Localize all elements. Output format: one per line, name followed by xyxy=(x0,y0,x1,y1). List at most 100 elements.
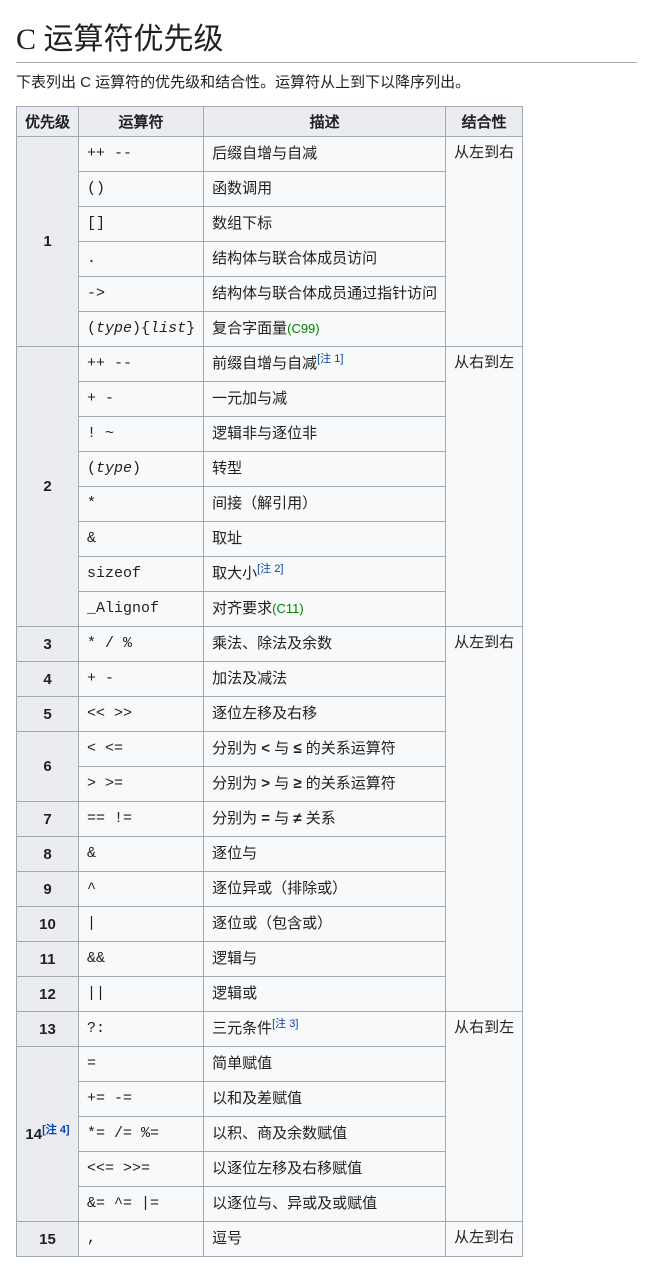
table-row: 3* / %乘法、除法及余数从左到右 xyxy=(17,627,523,662)
operator-cell: << >> xyxy=(79,697,204,732)
description-item: 逗号 xyxy=(204,1222,445,1256)
description-cell: 分别为 < 与 ≤ 的关系运算符分别为 > 与 ≥ 的关系运算符 xyxy=(204,732,446,802)
description-cell: 逗号 xyxy=(204,1222,446,1257)
table-row: 15,逗号从左到右 xyxy=(17,1222,523,1257)
operator-item: (type) xyxy=(79,452,203,487)
operator-item: & xyxy=(79,837,203,871)
description-item: 取大小[注 2] xyxy=(204,557,445,592)
description-item: 取址 xyxy=(204,522,445,557)
description-item: 结构体与联合体成员通过指针访问 xyxy=(204,277,445,312)
precedence-cell: 6 xyxy=(17,732,79,802)
operator-item: + - xyxy=(79,382,203,417)
operator-item: << >> xyxy=(79,697,203,731)
operator-item: *= /= %= xyxy=(79,1117,203,1152)
description-item: 分别为 = 与 ≠ 关系 xyxy=(204,802,445,836)
description-item: 以和及差赋值 xyxy=(204,1082,445,1117)
description-item: 简单赋值 xyxy=(204,1047,445,1082)
operator-cell: ++ --()[].->(type){list} xyxy=(79,137,204,347)
precedence-cell: 12 xyxy=(17,977,79,1012)
operator-item: ++ -- xyxy=(79,347,203,382)
precedence-cell: 1 xyxy=(17,137,79,347)
header-associativity: 结合性 xyxy=(446,107,523,137)
precedence-cell: 7 xyxy=(17,802,79,837)
associativity-cell: 从左到右 xyxy=(446,627,523,1012)
description-item: 逐位异或（排除或） xyxy=(204,872,445,906)
operator-item: ?: xyxy=(79,1012,203,1046)
operator-item: < <= xyxy=(79,732,203,767)
precedence-cell: 4 xyxy=(17,662,79,697)
description-item: 对齐要求(C11) xyxy=(204,592,445,626)
operator-cell: =+= -=*= /= %=<<= >>=&= ^= |= xyxy=(79,1047,204,1222)
operator-item: & xyxy=(79,522,203,557)
operator-cell: + - xyxy=(79,662,204,697)
description-cell: 逐位或（包含或） xyxy=(204,907,446,942)
operator-item: > >= xyxy=(79,767,203,801)
precedence-cell: 9 xyxy=(17,872,79,907)
description-item: 转型 xyxy=(204,452,445,487)
operator-item: + - xyxy=(79,662,203,696)
description-item: 逻辑或 xyxy=(204,977,445,1011)
description-cell: 三元条件[注 3] xyxy=(204,1012,446,1047)
precedence-cell: 5 xyxy=(17,697,79,732)
description-item: 结构体与联合体成员访问 xyxy=(204,242,445,277)
description-item: 加法及减法 xyxy=(204,662,445,696)
description-cell: 简单赋值以和及差赋值以积、商及余数赋值以逐位左移及右移赋值以逐位与、异或及或赋值 xyxy=(204,1047,446,1222)
operator-item: _Alignof xyxy=(79,592,203,626)
description-item: 一元加与减 xyxy=(204,382,445,417)
precedence-cell: 15 xyxy=(17,1222,79,1257)
operator-item: () xyxy=(79,172,203,207)
operator-cell: | xyxy=(79,907,204,942)
operator-item: . xyxy=(79,242,203,277)
operator-item: * / % xyxy=(79,627,203,661)
operator-cell: && xyxy=(79,942,204,977)
precedence-cell: 2 xyxy=(17,347,79,627)
operator-item: ++ -- xyxy=(79,137,203,172)
description-item: 以积、商及余数赋值 xyxy=(204,1117,445,1152)
precedence-cell: 14[注 4] xyxy=(17,1047,79,1222)
operator-item: -> xyxy=(79,277,203,312)
precedence-cell: 10 xyxy=(17,907,79,942)
description-item: 分别为 > 与 ≥ 的关系运算符 xyxy=(204,767,445,801)
table-row: 13?:三元条件[注 3]从右到左 xyxy=(17,1012,523,1047)
description-item: 数组下标 xyxy=(204,207,445,242)
description-cell: 前缀自增与自减[注 1]一元加与减逻辑非与逐位非转型间接（解引用）取址取大小[注… xyxy=(204,347,446,627)
description-cell: 逐位与 xyxy=(204,837,446,872)
associativity-cell: 从左到右 xyxy=(446,137,523,347)
intro-paragraph: 下表列出 C 运算符的优先级和结合性。运算符从上到下以降序列出。 xyxy=(16,71,637,92)
operator-item: += -= xyxy=(79,1082,203,1117)
operator-cell: == != xyxy=(79,802,204,837)
description-item: 函数调用 xyxy=(204,172,445,207)
operator-item: ! ~ xyxy=(79,417,203,452)
description-item: 间接（解引用） xyxy=(204,487,445,522)
description-item: 逻辑与 xyxy=(204,942,445,976)
description-item: 分别为 < 与 ≤ 的关系运算符 xyxy=(204,732,445,767)
precedence-cell: 13 xyxy=(17,1012,79,1047)
operator-item: || xyxy=(79,977,203,1011)
operator-cell: & xyxy=(79,837,204,872)
operator-cell: , xyxy=(79,1222,204,1257)
header-operator: 运算符 xyxy=(79,107,204,137)
operator-item: <<= >>= xyxy=(79,1152,203,1187)
operator-cell: * / % xyxy=(79,627,204,662)
description-cell: 后缀自增与自减函数调用数组下标结构体与联合体成员访问结构体与联合体成员通过指针访… xyxy=(204,137,446,347)
description-cell: 逐位左移及右移 xyxy=(204,697,446,732)
description-item: 乘法、除法及余数 xyxy=(204,627,445,661)
description-item: 逐位与 xyxy=(204,837,445,871)
operator-item: = xyxy=(79,1047,203,1082)
associativity-cell: 从右到左 xyxy=(446,347,523,627)
description-item: 逻辑非与逐位非 xyxy=(204,417,445,452)
operator-item: &= ^= |= xyxy=(79,1187,203,1221)
operator-item: [] xyxy=(79,207,203,242)
operator-item: , xyxy=(79,1222,203,1256)
table-row: 2++ --+ -! ~(type)*&sizeof_Alignof前缀自增与自… xyxy=(17,347,523,627)
precedence-cell: 3 xyxy=(17,627,79,662)
operator-cell: ^ xyxy=(79,872,204,907)
header-description: 描述 xyxy=(204,107,446,137)
description-item: 复合字面量(C99) xyxy=(204,312,445,346)
description-item: 逐位或（包含或） xyxy=(204,907,445,941)
operator-item: | xyxy=(79,907,203,941)
operator-item: ^ xyxy=(79,872,203,906)
operator-cell: < <=> >= xyxy=(79,732,204,802)
associativity-cell: 从右到左 xyxy=(446,1012,523,1222)
operator-cell: || xyxy=(79,977,204,1012)
